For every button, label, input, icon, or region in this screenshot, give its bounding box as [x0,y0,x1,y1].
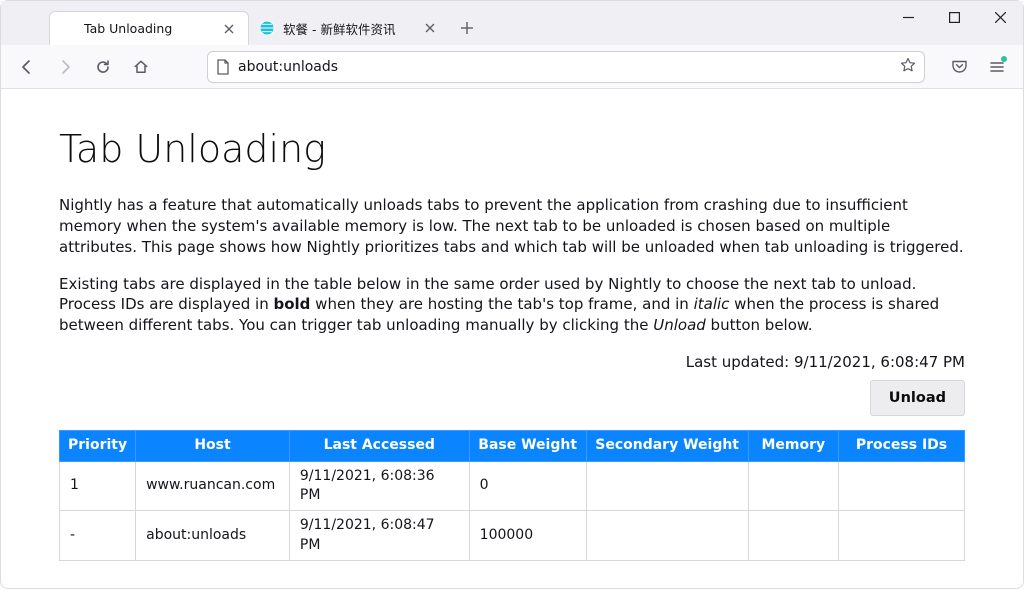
cell-host: www.ruancan.com [136,461,290,511]
close-window-button[interactable] [977,1,1023,33]
table-header-row: Priority Host Last Accessed Base Weight … [60,431,965,461]
tab-title: Tab Unloading [84,21,212,36]
cell-base-weight: 100000 [469,511,586,561]
tab-favicon [60,21,76,37]
browser-tab-0[interactable]: Tab Unloading [49,11,249,45]
th-process-ids: Process IDs [838,431,964,461]
minimize-button[interactable] [885,1,931,33]
th-secondary-weight: Secondary Weight [586,431,748,461]
bookmark-star-icon[interactable] [900,57,916,77]
toolbar-right [931,51,1013,83]
cell-process-ids [838,511,964,561]
back-button[interactable] [11,51,43,83]
cell-priority: 1 [60,461,136,511]
th-memory: Memory [748,431,838,461]
url-text: about:unloads [238,59,892,75]
unload-button[interactable]: Unload [870,380,965,416]
cell-secondary-weight [586,511,748,561]
cell-memory [748,461,838,511]
close-tab-button[interactable] [220,20,238,38]
intro-paragraph-2: Existing tabs are displayed in the table… [59,274,965,336]
th-last-accessed: Last Accessed [289,431,469,461]
cell-memory [748,511,838,561]
save-to-pocket-button[interactable] [943,51,975,83]
tab-favicon [259,20,275,36]
intro-paragraph-1: Nightly has a feature that automatically… [59,195,965,257]
table-row: 1 www.ruancan.com 9/11/2021, 6:08:36 PM … [60,461,965,511]
forward-button[interactable] [49,51,81,83]
th-base-weight: Base Weight [469,431,586,461]
th-priority: Priority [60,431,136,461]
nav-toolbar: about:unloads [1,45,1023,89]
app-menu-button[interactable] [981,51,1013,83]
unload-button-row: Unload [59,380,965,416]
url-bar[interactable]: about:unloads [207,51,925,83]
notification-dot [1001,56,1007,62]
tabs-table: Priority Host Last Accessed Base Weight … [59,430,965,561]
last-updated-value: 9/11/2021, 6:08:47 PM [794,353,965,371]
tab-title: 软餐 - 新鲜软件资讯 [283,19,413,38]
new-tab-button[interactable] [453,14,481,42]
cell-last-accessed: 9/11/2021, 6:08:36 PM [289,461,469,511]
cell-host: about:unloads [136,511,290,561]
reload-button[interactable] [87,51,119,83]
last-updated-label: Last updated: [686,353,794,371]
page-title: Tab Unloading [59,123,965,175]
window-controls [885,1,1023,37]
cell-last-accessed: 9/11/2021, 6:08:47 PM [289,511,469,561]
browser-tab-1[interactable]: 软餐 - 新鲜软件资讯 [249,11,449,45]
page-icon [216,59,230,75]
cell-secondary-weight [586,461,748,511]
last-updated-row: Last updated: 9/11/2021, 6:08:47 PM [59,352,965,373]
cell-process-ids [838,461,964,511]
table-row: - about:unloads 9/11/2021, 6:08:47 PM 10… [60,511,965,561]
home-button[interactable] [125,51,157,83]
page-content: Tab Unloading Nightly has a feature that… [1,89,1023,585]
maximize-button[interactable] [931,1,977,33]
cell-base-weight: 0 [469,461,586,511]
cell-priority: - [60,511,136,561]
th-host: Host [136,431,290,461]
tab-strip: Tab Unloading 软餐 - 新鲜软件资讯 [1,1,1023,45]
close-tab-button[interactable] [421,19,439,37]
